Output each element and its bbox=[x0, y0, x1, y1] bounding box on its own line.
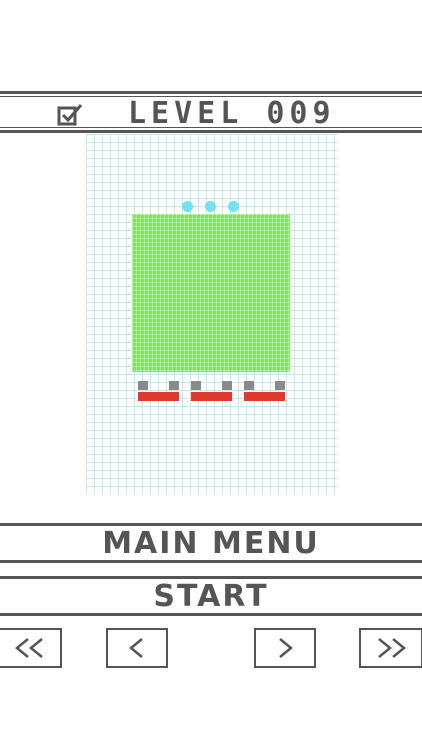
main-menu-label: MAIN MENU bbox=[102, 525, 320, 561]
cyan-ball[interactable] bbox=[228, 201, 239, 212]
base-bar bbox=[138, 392, 179, 401]
level-title: LEVEL 009 bbox=[128, 96, 336, 131]
base-bar bbox=[244, 392, 285, 401]
base-bar bbox=[191, 392, 232, 401]
base-tab bbox=[169, 381, 179, 390]
base-tab bbox=[191, 381, 201, 390]
green-block[interactable] bbox=[132, 214, 290, 372]
next-level-button[interactable] bbox=[254, 628, 316, 668]
red-base bbox=[191, 381, 232, 401]
cyan-ball[interactable] bbox=[182, 201, 193, 212]
start-button[interactable]: START bbox=[0, 576, 422, 616]
red-base bbox=[138, 381, 179, 401]
base-tab bbox=[275, 381, 285, 390]
chevron-left-icon bbox=[129, 638, 143, 658]
level-header: LEVEL 009 bbox=[0, 91, 422, 133]
base-tab bbox=[222, 381, 232, 390]
cyan-ball[interactable] bbox=[205, 201, 216, 212]
last-level-button[interactable] bbox=[359, 628, 422, 668]
previous-level-button[interactable] bbox=[106, 628, 168, 668]
main-menu-button[interactable]: MAIN MENU bbox=[0, 523, 422, 563]
chevron-right-icon bbox=[279, 638, 293, 658]
start-label: START bbox=[153, 578, 269, 614]
first-level-button[interactable] bbox=[0, 628, 62, 668]
base-tab bbox=[138, 381, 148, 390]
double-chevron-right-icon bbox=[378, 638, 406, 658]
base-tab bbox=[244, 381, 254, 390]
checkbox-checked-icon bbox=[57, 104, 83, 126]
red-base bbox=[244, 381, 285, 401]
double-chevron-left-icon bbox=[15, 638, 43, 658]
